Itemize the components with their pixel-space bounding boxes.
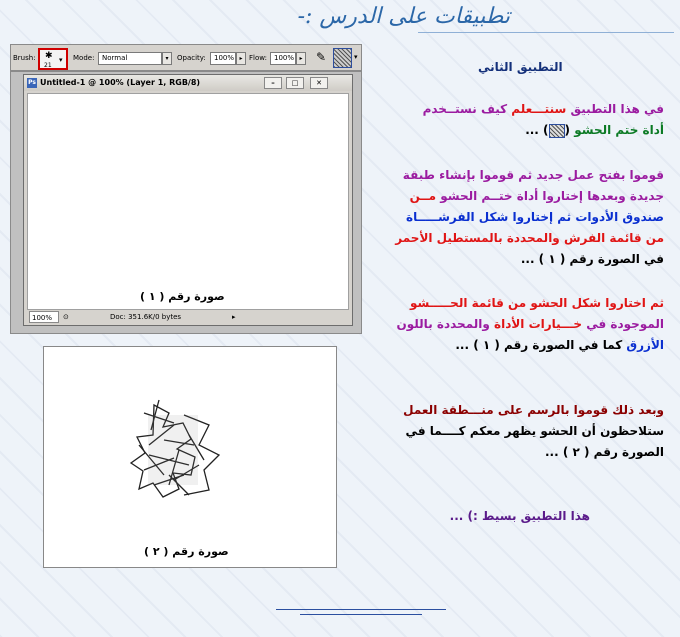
minimize-button[interactable]: – — [264, 77, 282, 89]
brush-picker[interactable]: ✱ 21 ▾ — [38, 48, 68, 70]
p2-line-2a: جديدة وبعدها إختاروا أداة ختــم الحشو — [436, 189, 664, 203]
opacity-input[interactable]: 100% — [210, 52, 236, 65]
brush-size: 21 — [44, 62, 52, 69]
brush-label: Brush: — [13, 54, 36, 62]
flow-input[interactable]: 100% — [270, 52, 296, 65]
p4-line-3: الصورة رقم ( ٢ ) ... — [545, 445, 664, 459]
paragraph-4: وبعد ذلك قوموا بالرسم على منـــطقة العمل… — [403, 400, 664, 463]
status-bar: 100% ⊙ Doc: 351.6K/0 bytes ▸ — [27, 311, 349, 324]
doc-info: Doc: 351.6K/0 bytes — [110, 313, 182, 321]
p4-line-2: ستلاحظون أن الحشو يظهر معكم كــــما في — [405, 424, 664, 438]
status-menu-icon[interactable]: ⊙ — [63, 311, 69, 323]
opacity-slider-button[interactable]: ▸ — [236, 52, 246, 65]
image-2: صورة رقم ( ٢ ) — [43, 346, 337, 568]
paragraph-3: ثم اختاروا شكل الحشو من قائمة الحـــــشو… — [397, 293, 664, 356]
p2-line-5: في الصورة رقم ( ١ ) ... — [520, 252, 664, 266]
zoom-field[interactable]: 100% — [29, 311, 59, 323]
p2-line-3: صندوق الأدوات ثم إختاروا شكل الفرشـــــا… — [405, 210, 664, 224]
p3-line-2b: خـــيارات الأداة — [494, 317, 583, 331]
p1-text-e: ( — [564, 123, 575, 137]
section-heading: التطبيق الثاني — [478, 60, 563, 74]
photoshop-doc-icon: Ps — [27, 78, 37, 88]
airbrush-icon[interactable]: ✎ — [316, 50, 326, 64]
image-2-caption: صورة رقم ( ٢ ) — [144, 545, 229, 558]
pattern-swatch-icon[interactable] — [333, 48, 352, 68]
status-arrow-icon[interactable]: ▸ — [232, 311, 236, 323]
opacity-label: Opacity: — [177, 54, 206, 62]
maximize-button[interactable]: □ — [286, 77, 304, 89]
p2-line-2b: مــن — [409, 189, 437, 203]
pattern-dropdown-icon[interactable]: ▾ — [354, 53, 358, 61]
p1-text-d: أداة ختم الحشو — [574, 123, 664, 137]
p3-line-3b: كما في الصورة رقم ( ١ ) ... — [455, 338, 627, 352]
options-bar: Brush: ✱ 21 ▾ Mode: Normal ▾ Opacity: 10… — [10, 44, 362, 71]
canvas[interactable]: صورة رقم ( ١ ) — [27, 93, 349, 310]
mode-select[interactable]: Normal — [98, 52, 162, 65]
p2-line-4: من قائمة الفرش والمحددة بالمستطيل الأحمر — [395, 231, 664, 245]
paragraph-2: قوموا بفتح عمل جديد ثم قوموا بإنشاء طبقة… — [395, 165, 664, 270]
paragraph-1: في هذا التطبيق سنتـــعلم كيف نستــخدم أد… — [423, 99, 664, 141]
document-window: Ps Untitled-1 @ 100% (Layer 1, RGB/8) – … — [23, 74, 353, 326]
p2-line-1: قوموا بفتح عمل جديد ثم قوموا بإنشاء طبقة — [402, 168, 664, 182]
flow-slider-button[interactable]: ▸ — [296, 52, 306, 65]
p1-text-c: كيف نستــخدم — [422, 102, 512, 116]
p3-line-2c: والمحددة باللون — [396, 317, 494, 331]
footer-divider-short — [300, 614, 422, 615]
p1-text-b: سنتـــعلم — [511, 102, 567, 116]
flow-label: Flow: — [249, 54, 267, 62]
footer-divider — [276, 609, 446, 610]
pattern-stamp-tool-icon — [548, 123, 565, 138]
p1-text-a: في هذا التطبيق — [566, 102, 664, 116]
page-title: تطبيقات على الدرس :- — [297, 4, 510, 29]
p3-line-1: ثم اختاروا شكل الحشو من قائمة الحـــــشو — [409, 296, 664, 310]
workspace: Ps Untitled-1 @ 100% (Layer 1, RGB/8) – … — [10, 71, 362, 334]
mode-dropdown-button[interactable]: ▾ — [162, 52, 172, 65]
p1-text-f: ) ... — [525, 123, 549, 137]
pattern-stroke-icon — [129, 399, 221, 498]
close-button[interactable]: ✕ — [310, 77, 328, 89]
p3-line-3a: الأزرق — [626, 338, 664, 352]
mode-label: Mode: — [73, 54, 95, 62]
brush-tip-icon: ✱ — [45, 51, 53, 61]
p4-line-1: وبعد ذلك قوموا بالرسم على منـــطقة العمل — [403, 403, 664, 417]
p3-line-2a: الموجودة في — [582, 317, 664, 331]
chevron-down-icon: ▾ — [59, 56, 63, 64]
image-1-caption: صورة رقم ( ١ ) — [140, 290, 225, 303]
closing-text: هذا التطبيق بسيط :) ... — [449, 509, 590, 523]
title-underline — [418, 32, 674, 33]
document-title: Untitled-1 @ 100% (Layer 1, RGB/8) — [40, 78, 201, 87]
document-titlebar[interactable]: Ps Untitled-1 @ 100% (Layer 1, RGB/8) – … — [24, 75, 352, 91]
